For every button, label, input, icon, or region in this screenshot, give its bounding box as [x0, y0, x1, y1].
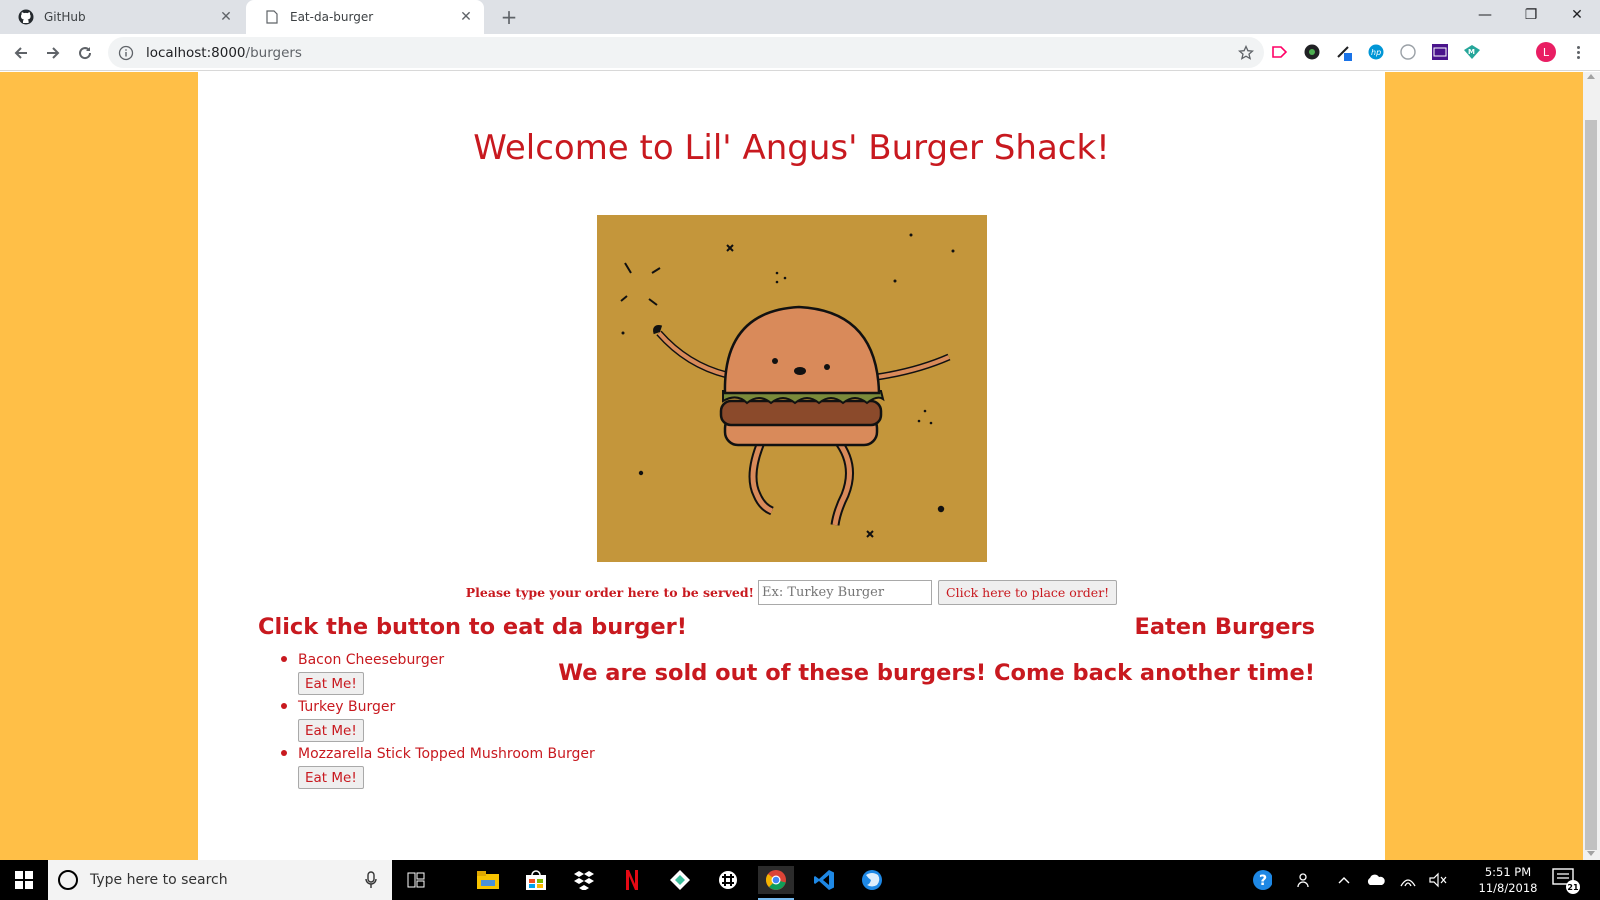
- taskbar-search-box[interactable]: Type here to search: [48, 860, 392, 900]
- system-clock[interactable]: 5:51 PM 11/8/2018: [1476, 864, 1540, 896]
- list-item: Turkey Burger Eat Me!: [281, 697, 595, 742]
- list-item: Bacon Cheeseburger Eat Me!: [281, 650, 595, 695]
- place-order-button[interactable]: Click here to place order!: [938, 580, 1118, 605]
- order-form: Please type your order here to be served…: [198, 580, 1385, 605]
- dropbox-icon[interactable]: [566, 866, 602, 894]
- url-text: localhost:8000/burgers: [146, 45, 302, 61]
- url-host: localhost:8000: [146, 44, 246, 61]
- github-icon: [18, 9, 34, 25]
- eat-section-heading: Click the button to eat da burger!: [258, 614, 688, 640]
- microsoft-store-icon[interactable]: [518, 866, 554, 894]
- page-icon: [264, 9, 280, 25]
- url-path: /burgers: [245, 44, 302, 61]
- svg-text:M: M: [1468, 48, 1475, 56]
- extension-mail-icon[interactable]: [1430, 42, 1450, 62]
- eat-me-button[interactable]: Eat Me!: [298, 672, 364, 695]
- slack-icon[interactable]: [710, 866, 746, 894]
- help-icon[interactable]: ?: [1252, 870, 1272, 890]
- browser-toolbar: localhost:8000/burgers hp M L: [0, 34, 1600, 71]
- eat-me-button[interactable]: Eat Me!: [298, 766, 364, 789]
- svg-text:hp: hp: [1371, 48, 1381, 57]
- taskbar-search-placeholder: Type here to search: [90, 872, 228, 888]
- main-container: Welcome to Lil' Angus' Burger Shack! Ple…: [198, 72, 1385, 860]
- window-controls: — ❐ ✕: [1462, 0, 1600, 30]
- more-menu-icon[interactable]: [1568, 42, 1588, 62]
- bullet-dot: [281, 656, 287, 662]
- scroll-up-icon[interactable]: [1587, 74, 1595, 79]
- file-explorer-icon[interactable]: [470, 866, 506, 894]
- volume-muted-icon[interactable]: [1428, 870, 1448, 890]
- eat-me-button[interactable]: Eat Me!: [298, 719, 364, 742]
- action-center-icon[interactable]: 21: [1552, 868, 1580, 894]
- minimize-icon[interactable]: —: [1462, 0, 1508, 30]
- scroll-down-icon[interactable]: [1587, 851, 1595, 856]
- extension-pen-icon[interactable]: [1334, 42, 1354, 62]
- extension-outline-circle-icon[interactable]: [1398, 42, 1418, 62]
- page-viewport: Welcome to Lil' Angus' Burger Shack! Ple…: [0, 72, 1600, 860]
- microphone-icon[interactable]: [364, 871, 378, 889]
- close-window-icon[interactable]: ✕: [1554, 0, 1600, 30]
- wifi-icon[interactable]: [1398, 870, 1418, 890]
- back-arrow-icon[interactable]: [8, 40, 34, 66]
- show-hidden-icons-chevron-icon[interactable]: [1334, 870, 1354, 890]
- tab-github[interactable]: GitHub ✕: [0, 0, 244, 34]
- chrome-icon[interactable]: [758, 866, 794, 900]
- notification-count-badge: 21: [1566, 880, 1580, 894]
- tab-strip: GitHub ✕ Eat-da-burger ✕ + — ❐ ✕: [0, 0, 1600, 34]
- scroll-thumb[interactable]: [1585, 120, 1597, 850]
- windows-start-icon[interactable]: [0, 860, 48, 900]
- tab-title: Eat-da-burger: [290, 10, 374, 24]
- burger-name: Mozzarella Stick Topped Mushroom Burger: [298, 746, 595, 762]
- clock-date: 11/8/2018: [1478, 881, 1538, 895]
- extension-cast-icon[interactable]: [1270, 42, 1290, 62]
- cortana-icon: [58, 870, 78, 890]
- task-view-icon[interactable]: [398, 866, 434, 894]
- tab-eat-da-burger[interactable]: Eat-da-burger ✕: [246, 0, 484, 34]
- dancing-burger-image: [597, 215, 987, 562]
- reload-icon[interactable]: [72, 40, 98, 66]
- close-icon[interactable]: ✕: [218, 9, 234, 25]
- vscode-icon[interactable]: [806, 866, 842, 894]
- forward-arrow-icon[interactable]: [40, 40, 66, 66]
- sold-out-message: We are sold out of these burgers! Come b…: [558, 660, 1315, 686]
- address-bar[interactable]: localhost:8000/burgers: [108, 37, 1264, 68]
- burger-name: Turkey Burger: [298, 699, 396, 715]
- burger-list: Bacon Cheeseburger Eat Me! Turkey Burger…: [281, 650, 595, 791]
- page-title: Welcome to Lil' Angus' Burger Shack!: [473, 128, 1110, 168]
- people-icon[interactable]: [1296, 870, 1316, 890]
- netflix-icon[interactable]: [614, 866, 650, 894]
- tab-title: GitHub: [44, 10, 86, 24]
- onedrive-cloud-icon[interactable]: [1366, 870, 1386, 890]
- svg-text:?: ?: [1259, 873, 1267, 889]
- close-icon[interactable]: ✕: [458, 9, 474, 25]
- info-icon[interactable]: [118, 45, 134, 61]
- gitkraken-icon[interactable]: [662, 866, 698, 894]
- restore-icon[interactable]: ❐: [1508, 0, 1554, 30]
- taskbar: Type here to search ? 5:51 PM 11/8/2018 …: [0, 860, 1600, 900]
- list-item: Mozzarella Stick Topped Mushroom Burger …: [281, 744, 595, 789]
- profile-avatar[interactable]: L: [1536, 42, 1556, 62]
- bullet-dot: [281, 703, 287, 709]
- order-input[interactable]: [758, 580, 933, 605]
- eaten-burgers-heading: Eaten Burgers: [1134, 614, 1315, 640]
- order-label: Please type your order here to be served…: [465, 585, 755, 600]
- firefox-icon[interactable]: [854, 866, 890, 894]
- extension-m-icon[interactable]: M: [1462, 42, 1482, 62]
- extension-hp-icon[interactable]: hp: [1366, 42, 1386, 62]
- clock-time: 5:51 PM: [1484, 865, 1532, 879]
- bullet-dot: [281, 750, 287, 756]
- new-tab-button[interactable]: +: [498, 5, 520, 29]
- burger-name: Bacon Cheeseburger: [298, 652, 445, 668]
- bookmark-star-icon[interactable]: [1236, 43, 1256, 63]
- page-scrollbar[interactable]: [1583, 72, 1600, 860]
- extension-dark-circle-icon[interactable]: [1302, 42, 1322, 62]
